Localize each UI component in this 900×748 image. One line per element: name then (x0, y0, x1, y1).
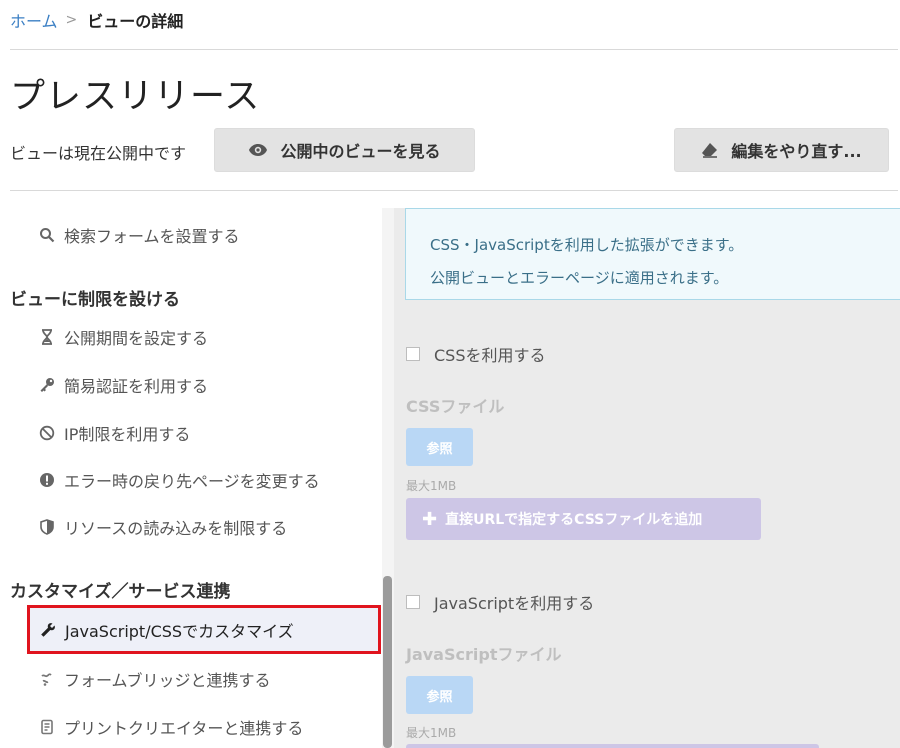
sidebar-item-label: 公開期間を設定する (64, 329, 209, 348)
sidebar-item-printcreator[interactable]: プリントクリエイターと連携する (38, 715, 303, 739)
sidebar-item-ip-restrict[interactable]: IP制限を利用する (38, 421, 190, 445)
ban-icon (38, 424, 56, 442)
key-icon (38, 376, 56, 394)
js-max-size: 最大1MB (406, 726, 457, 740)
sidebar-item-basic-auth[interactable]: 簡易認証を利用する (38, 373, 208, 397)
view-public-label: 公開中のビューを見る (280, 142, 441, 161)
sidebar-item-label: フォームブリッジと連携する (64, 671, 271, 690)
eraser-icon (702, 143, 718, 158)
css-max-size: 最大1MB (406, 479, 457, 493)
sidebar-item-label: 簡易認証を利用する (64, 377, 209, 396)
sidebar-item-js-css-customize[interactable]: JavaScript/CSSでカスタマイズ (27, 605, 381, 654)
use-css-checkbox[interactable]: CSSを利用する (406, 342, 546, 366)
publish-status-text: ビューは現在公開中です (10, 144, 187, 163)
exclamation-circle-icon (38, 471, 56, 489)
sidebar-item-label: 検索フォームを設置する (64, 227, 240, 246)
header-divider (10, 49, 898, 50)
formbridge-icon (38, 670, 56, 688)
sidebar-item-label: エラー時の戻り先ページを変更する (64, 472, 320, 491)
breadcrumb-current: ビューの詳細 (87, 12, 184, 31)
sidebar-item-formbridge[interactable]: フォームブリッジと連携する (38, 667, 271, 691)
sidebar-item-resource-restrict[interactable]: リソースの読み込みを制限する (38, 515, 287, 539)
js-file-label: JavaScriptファイル (406, 645, 562, 664)
js-browse-button[interactable]: 参照 (406, 676, 473, 714)
sidebar-item-label: リソースの読み込みを制限する (64, 519, 288, 538)
use-js-checkbox[interactable]: JavaScriptを利用する (406, 590, 594, 614)
js-checkbox-box[interactable] (406, 595, 420, 609)
add-js-url-button[interactable] (406, 744, 819, 748)
info-box: CSS・JavaScriptを利用した拡張ができます。 公開ビューとエラーページ… (405, 208, 900, 300)
section-divider (10, 190, 898, 191)
wrench-icon (39, 621, 57, 639)
info-line-2: 公開ビューとエラーページに適用されます。 (430, 269, 729, 287)
search-icon (38, 226, 56, 244)
sidebar-item-label: プリントクリエイターと連携する (64, 719, 304, 738)
document-icon (38, 718, 56, 736)
sidebar-section-customize: カスタマイズ／サービス連携 (10, 582, 231, 602)
add-css-url-button[interactable]: ✚ 直接URLで指定するCSSファイルを追加 (406, 498, 761, 540)
shield-icon (38, 518, 56, 536)
css-checkbox-box[interactable] (406, 347, 420, 361)
css-browse-button[interactable]: 参照 (406, 428, 473, 466)
sidebar-section-restrict: ビューに制限を設ける (10, 290, 180, 310)
breadcrumb-home-link[interactable]: ホーム (10, 8, 58, 32)
sidebar-item-error-page[interactable]: エラー時の戻り先ページを変更する (38, 468, 320, 492)
breadcrumb: ホーム > ビューの詳細 (10, 9, 183, 31)
sidebar-item-search-form[interactable]: 検索フォームを設置する (38, 223, 240, 247)
add-css-url-label: 直接URLで指定するCSSファイルを追加 (445, 512, 703, 528)
reset-edit-button[interactable]: 編集をやり直す... (674, 128, 889, 172)
plus-icon: ✚ (422, 508, 438, 530)
use-js-label: JavaScriptを利用する (434, 594, 595, 613)
eye-icon (249, 144, 268, 156)
hourglass-icon (38, 328, 56, 346)
sidebar-item-label: IP制限を利用する (64, 425, 191, 444)
use-css-label: CSSを利用する (434, 346, 546, 365)
page-title: プレスリリース (10, 77, 261, 117)
sidebar-item-label: JavaScript/CSSでカスタマイズ (65, 621, 294, 641)
sidebar-scrollbar-thumb[interactable] (383, 576, 392, 748)
sidebar-item-publish-period[interactable]: 公開期間を設定する (38, 325, 208, 349)
info-line-1: CSS・JavaScriptを利用した拡張ができます。 (430, 236, 744, 254)
css-file-label: CSSファイル (406, 397, 505, 416)
reset-edit-label: 編集をやり直す... (731, 142, 862, 161)
breadcrumb-separator: > (65, 12, 78, 28)
view-public-button[interactable]: 公開中のビューを見る (214, 128, 475, 172)
